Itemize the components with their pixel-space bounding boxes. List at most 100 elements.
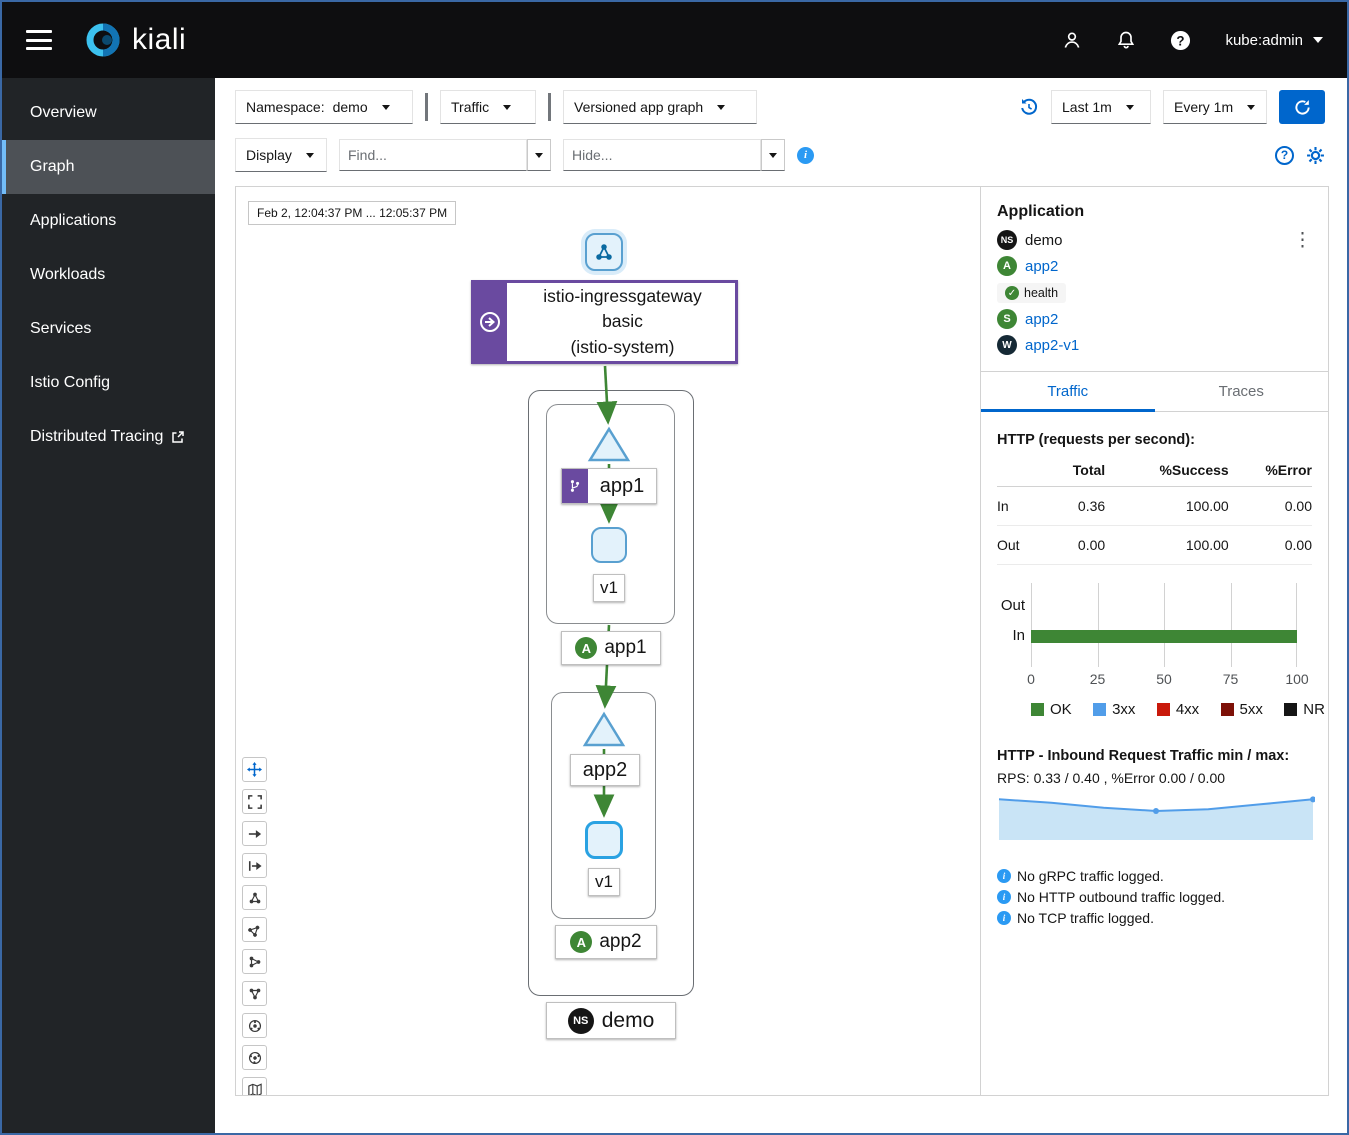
toolbar-divider <box>425 93 428 121</box>
refresh-button[interactable] <box>1279 90 1325 124</box>
namespace-layout-button-2[interactable] <box>242 1045 267 1070</box>
graph-type-dropdown[interactable]: Versioned app graph <box>563 90 757 124</box>
graph-settings-icon[interactable] <box>1306 146 1325 165</box>
zoom-to-fit-button[interactable] <box>242 789 267 814</box>
find-hide-info-icon[interactable]: i <box>797 146 814 164</box>
legend-item: 5xx <box>1220 701 1263 718</box>
traffic-dropdown[interactable]: Traffic <box>440 90 536 124</box>
brand-name: kiali <box>132 23 187 56</box>
namespace-badge: NS <box>997 230 1017 250</box>
replay-history-icon[interactable] <box>1019 97 1039 117</box>
workload-badge: W <box>997 335 1017 355</box>
app1-badge-label[interactable]: A app1 <box>561 631 661 665</box>
legend-item: NR <box>1284 701 1325 718</box>
legend-item: OK <box>1031 701 1072 718</box>
layout-mesh-button-1[interactable] <box>242 885 267 910</box>
chevron-down-icon <box>1247 104 1256 110</box>
graph-help-icon[interactable]: ? <box>1275 145 1294 165</box>
application-badge: A <box>997 256 1017 276</box>
service-badge: S <box>997 309 1017 329</box>
panel-tabs: Traffic Traces <box>981 371 1328 412</box>
tab-traces[interactable]: Traces <box>1155 372 1329 412</box>
user-icon[interactable] <box>1062 30 1082 50</box>
tab-traffic[interactable]: Traffic <box>981 372 1155 412</box>
app2-label[interactable]: app2 <box>570 754 640 786</box>
workload-label-app1-v1[interactable]: v1 <box>593 574 625 602</box>
focus-arrow-bar-button[interactable] <box>242 853 267 878</box>
hide-options-toggle[interactable] <box>761 139 785 171</box>
chevron-down-icon <box>1313 37 1323 43</box>
layout-mesh-button-4[interactable] <box>242 981 267 1006</box>
workload-node-app2-v1[interactable] <box>585 821 623 859</box>
mesh-gateway-node[interactable] <box>585 233 623 271</box>
chevron-down-icon <box>717 104 726 110</box>
chevron-down-icon <box>535 152 543 158</box>
main-content: Namespace: demo Traffic Versioned app gr… <box>215 78 1347 1133</box>
graph-time-range: Feb 2, 12:04:37 PM ... 12:05:37 PM <box>248 201 457 225</box>
notice-tcp: i No TCP traffic logged. <box>997 910 1312 926</box>
pan-mode-button[interactable] <box>242 757 267 782</box>
layout-mesh-button-3[interactable] <box>242 949 267 974</box>
chevron-down-icon <box>305 152 314 158</box>
table-row: In 0.36 100.00 0.00 <box>997 486 1312 526</box>
notifications-bell-icon[interactable] <box>1116 30 1136 50</box>
sidebar-item-workloads[interactable]: Workloads <box>2 248 215 302</box>
info-icon: i <box>997 890 1011 904</box>
layout-mesh-button-2[interactable] <box>242 917 267 942</box>
workload-label-app2-v1[interactable]: v1 <box>588 868 620 896</box>
namespace-dropdown[interactable]: Namespace: demo <box>235 90 413 124</box>
panel-app-link[interactable]: app2 <box>1025 258 1058 275</box>
app-node-app1[interactable] <box>587 426 631 464</box>
namespace-layout-button-1[interactable] <box>242 1013 267 1038</box>
health-check-icon: ✓ <box>1005 286 1019 300</box>
sidebar-item-services[interactable]: Services <box>2 302 215 356</box>
user-name: kube:admin <box>1225 31 1303 49</box>
kebab-menu-icon[interactable]: ⋮ <box>1293 231 1312 250</box>
namespace-label-demo[interactable]: NS demo <box>546 1002 676 1039</box>
sparkline <box>998 796 1315 840</box>
summary-panel: Hide » Application NS demo ⋮ A app2 ✓ he… <box>980 186 1329 1096</box>
sidebar-item-graph[interactable]: Graph <box>2 140 215 194</box>
graph-canvas[interactable]: Feb 2, 12:04:37 PM ... 12:05:37 PM istio… <box>235 186 980 1096</box>
sidebar-item-overview[interactable]: Overview <box>2 86 215 140</box>
duration-dropdown[interactable]: Last 1m <box>1051 90 1151 124</box>
sidebar-nav: Overview Graph Applications Workloads Se… <box>2 78 215 1133</box>
help-icon[interactable]: ? <box>1170 30 1191 51</box>
refresh-interval-dropdown[interactable]: Every 1m <box>1163 90 1267 124</box>
app2-badge-label[interactable]: A app2 <box>555 925 657 959</box>
edge-gateway-to-app1[interactable] <box>596 365 618 425</box>
gateway-node-label[interactable]: istio-ingressgateway basic (istio-system… <box>471 280 738 364</box>
graph-toolbar-secondary: Display i ? <box>215 138 1347 172</box>
health-chip[interactable]: ✓ health <box>997 283 1067 303</box>
sidebar-item-applications[interactable]: Applications <box>2 194 215 248</box>
app1-label[interactable]: app1 <box>561 468 657 504</box>
legend-swatch <box>1093 703 1107 716</box>
legend-item: 3xx <box>1093 701 1135 718</box>
menu-icon[interactable] <box>26 30 52 50</box>
hide-panel-button[interactable]: Hide » <box>980 1007 981 1073</box>
hide-combobox <box>563 139 785 171</box>
user-account-dropdown[interactable]: kube:admin <box>1225 32 1323 49</box>
bar-category-in: In <box>1012 627 1025 644</box>
bar-in <box>1031 630 1297 643</box>
find-options-toggle[interactable] <box>527 139 551 171</box>
kiali-logo-icon <box>86 23 120 57</box>
bar-axis-ticks: 0 25 50 75 100 <box>1027 671 1309 687</box>
find-input[interactable] <box>339 139 527 171</box>
sidebar-item-distributed-tracing[interactable]: Distributed Tracing <box>2 410 215 464</box>
focus-arrow-button[interactable] <box>242 821 267 846</box>
hide-input[interactable] <box>563 139 761 171</box>
panel-workload-link[interactable]: app2-v1 <box>1025 337 1079 354</box>
info-icon: i <box>997 869 1011 883</box>
sidebar-item-istio-config[interactable]: Istio Config <box>2 356 215 410</box>
chevron-down-icon <box>769 152 777 158</box>
panel-service-link[interactable]: app2 <box>1025 311 1058 328</box>
legend-map-button[interactable] <box>242 1077 267 1095</box>
panel-namespace-name: demo <box>1025 231 1063 249</box>
display-dropdown[interactable]: Display <box>235 138 327 172</box>
http-heading: HTTP (requests per second): <box>997 432 1195 448</box>
app-node-app2[interactable] <box>582 711 626 749</box>
graph-toolbar-primary: Namespace: demo Traffic Versioned app gr… <box>215 90 1347 124</box>
find-combobox <box>339 139 551 171</box>
workload-node-app1-v1[interactable] <box>591 527 627 563</box>
